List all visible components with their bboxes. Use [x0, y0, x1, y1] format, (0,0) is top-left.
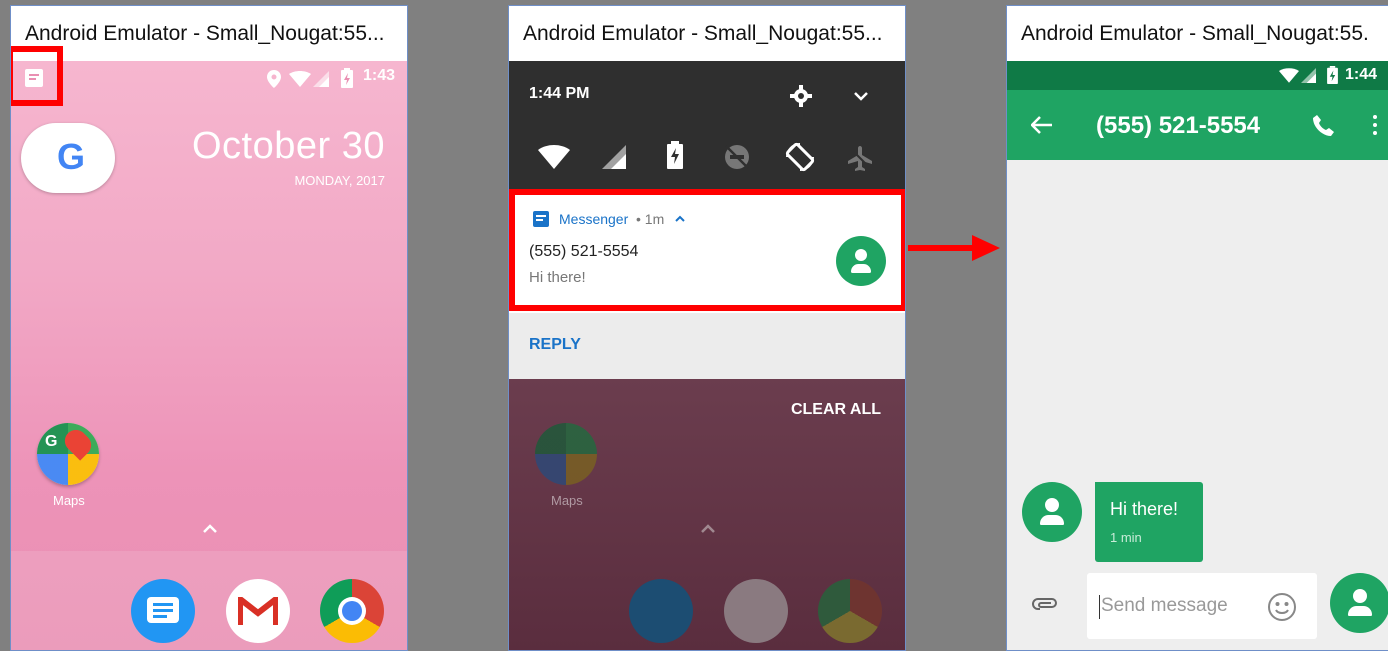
- chevron-up-icon[interactable]: [202, 523, 218, 533]
- chevron-down-icon[interactable]: [854, 91, 868, 101]
- airplane-mode-icon[interactable]: [847, 145, 873, 171]
- battery-icon: [1327, 66, 1338, 84]
- google-search-widget[interactable]: G: [21, 123, 115, 193]
- location-icon: [267, 70, 281, 88]
- bubble-time: 1 min: [1110, 530, 1142, 545]
- status-time: 1:43: [363, 67, 396, 84]
- status-bar: 1:44: [1007, 61, 1388, 90]
- cellular-tile-icon[interactable]: [602, 145, 626, 169]
- compose-field[interactable]: Send message: [1087, 573, 1317, 639]
- auto-rotate-icon[interactable]: [784, 141, 816, 173]
- messages-app-icon[interactable]: [131, 579, 195, 643]
- conversation-title: (555) 521-5554: [1096, 112, 1261, 139]
- conversation-screen: 1:44 (555) 521-5554 Hi there! 1 min Send…: [1007, 61, 1388, 650]
- messages-app-icon-dim: [629, 579, 693, 643]
- signal-icon: [1301, 68, 1316, 83]
- compose-placeholder: Send message: [1101, 595, 1228, 616]
- send-sim-avatar[interactable]: [1330, 573, 1388, 633]
- do-not-disturb-off-icon[interactable]: [723, 143, 751, 171]
- settings-gear-icon[interactable]: [790, 85, 812, 107]
- wifi-icon: [1279, 68, 1299, 83]
- wifi-tile-icon[interactable]: [538, 145, 570, 169]
- arrow-head-icon: [972, 235, 1000, 261]
- more-options-icon[interactable]: [1373, 115, 1377, 137]
- emulator-window-home: Android Emulator - Small_Nougat:55... 1:…: [10, 5, 408, 651]
- sender-avatar[interactable]: [1022, 482, 1082, 542]
- window-title: Android Emulator - Small_Nougat:55.: [1007, 6, 1388, 61]
- gmail-app-icon[interactable]: [226, 579, 290, 643]
- signal-icon: [313, 71, 329, 87]
- bubble-text: Hi there!: [1110, 499, 1179, 519]
- highlight-notification-card: [509, 189, 905, 311]
- wifi-icon: [289, 71, 311, 87]
- date-widget[interactable]: October 30: [192, 125, 385, 168]
- battery-tile-icon[interactable]: [667, 141, 683, 169]
- status-time: 1:44: [1345, 66, 1378, 83]
- maps-app-label: Maps: [53, 493, 85, 508]
- chevron-up-icon-dim: [701, 524, 715, 533]
- window-title: Android Emulator - Small_Nougat:55...: [11, 6, 407, 61]
- shade-time: 1:44 PM: [529, 85, 590, 102]
- day-widget: MONDAY, 2017: [294, 173, 385, 188]
- chrome-app-icon-dim: [818, 579, 882, 643]
- maps-app-label-dim: Maps: [551, 493, 583, 508]
- emulator-window-conversation: Android Emulator - Small_Nougat:55. 1:44…: [1006, 5, 1388, 651]
- emoji-icon[interactable]: [1267, 592, 1297, 622]
- quick-settings-panel: 1:44 PM: [509, 61, 905, 189]
- battery-icon: [341, 68, 353, 88]
- app-toolbar: (555) 521-5554: [1007, 90, 1388, 160]
- clear-all-button[interactable]: CLEAR ALL: [791, 401, 881, 419]
- reply-button[interactable]: REPLY: [529, 336, 581, 354]
- message-bubble[interactable]: Hi there! 1 min: [1095, 482, 1203, 562]
- highlight-notification-icon: [11, 46, 63, 106]
- window-title: Android Emulator - Small_Nougat:55...: [509, 6, 905, 61]
- maps-app-icon-dim: [535, 423, 597, 485]
- gmail-app-icon-dim: [724, 579, 788, 643]
- attach-icon[interactable]: [1032, 597, 1060, 611]
- maps-app-icon[interactable]: G: [37, 423, 99, 485]
- flow-arrow-line: [908, 245, 976, 251]
- reply-action-bar: REPLY: [509, 313, 905, 379]
- home-screen: 1:43 G October 30 MONDAY, 2017 G Maps: [11, 61, 407, 650]
- person-icon: [1045, 498, 1059, 512]
- person-icon: [1353, 589, 1367, 603]
- phone-call-icon[interactable]: [1313, 114, 1335, 136]
- emulator-window-shade: Android Emulator - Small_Nougat:55... Ma…: [508, 5, 906, 651]
- back-arrow-icon[interactable]: [1031, 116, 1053, 134]
- shade-screen: Maps 1:44 PM Messenger • 1m (555) 521-55…: [509, 61, 905, 650]
- text-cursor: [1099, 595, 1100, 619]
- chrome-app-icon[interactable]: [320, 579, 384, 643]
- google-g-icon: G: [56, 136, 85, 177]
